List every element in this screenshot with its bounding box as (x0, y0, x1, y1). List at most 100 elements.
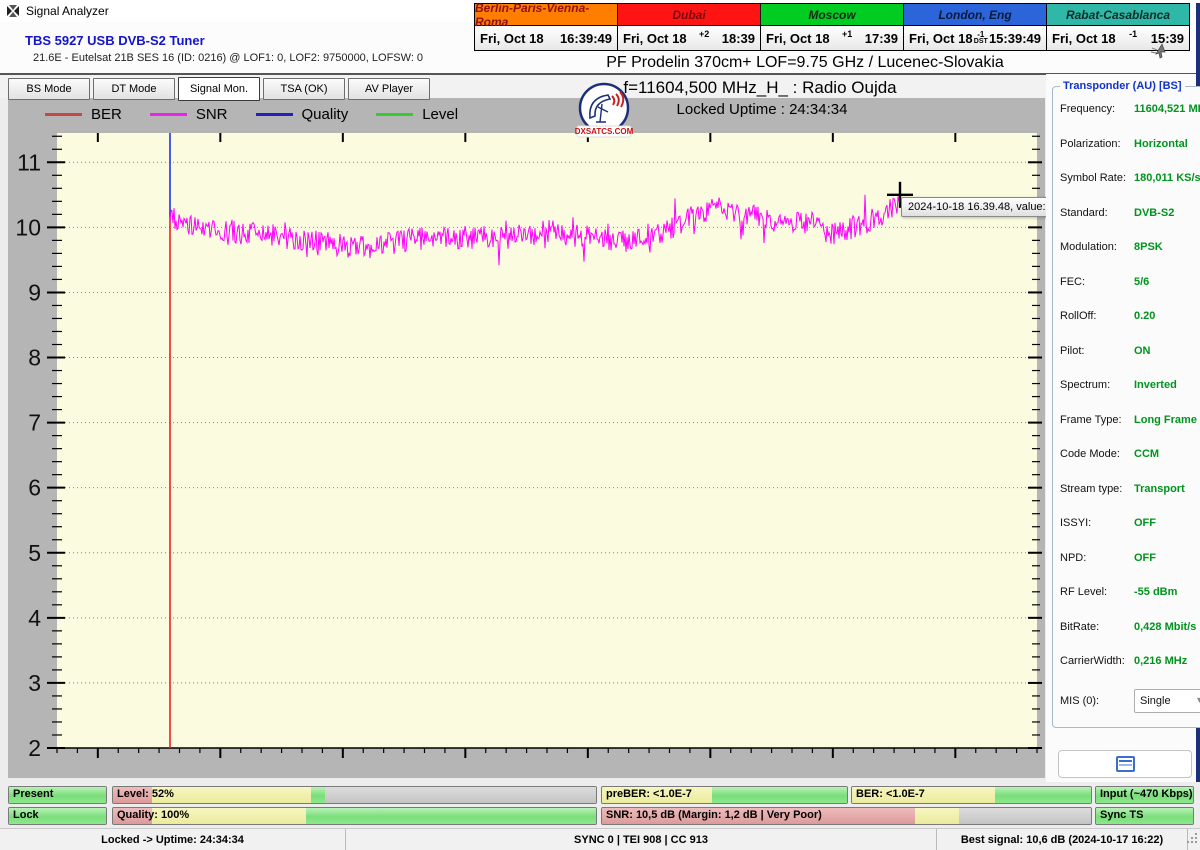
transponder-value: 11604,521 MHz (1134, 103, 1200, 116)
svg-text:3: 3 (28, 670, 41, 696)
offset-value: -1 (977, 30, 985, 39)
legend-label: BER (91, 106, 122, 123)
meter-present: Present (8, 786, 107, 804)
transponder-row-9: Frame Type: Long Frame (1060, 403, 1200, 438)
clock-city-1: Dubai (618, 4, 760, 25)
legend-swatch (255, 113, 293, 116)
resize-grip[interactable] (1186, 831, 1198, 849)
meter-segment-green (311, 787, 326, 803)
legend-swatch (376, 113, 414, 116)
transponder-label: Pilot: (1060, 344, 1085, 357)
transponder-row-13: NPD: OFF (1060, 541, 1200, 576)
transponder-rows: Frequency: 11604,521 MHz Polarization: Hori… (1060, 92, 1200, 679)
transponder-value: ON (1134, 344, 1151, 357)
meter-segment-green (712, 787, 847, 803)
statusbar: Locked -> Uptime: 24:34:34 SYNC 0 | TEI 9… (0, 828, 1200, 850)
transponder-value: OFF (1134, 551, 1156, 564)
meter-label: Lock (13, 809, 39, 821)
legend-swatch (149, 113, 187, 116)
transponder-row-3: Standard: DVB-S2 (1060, 196, 1200, 231)
meter-segment-yellow (914, 808, 959, 824)
clock-date: Fri, Oct 18 (909, 30, 973, 46)
transponder-value: DVB-S2 (1134, 206, 1175, 219)
tab-dt-mode[interactable]: DT Mode (93, 78, 175, 100)
legend-swatch (45, 113, 82, 116)
transponder-label: Frame Type: (1060, 413, 1122, 426)
transponder-label: Spectrum: (1060, 379, 1111, 392)
save-button[interactable] (1058, 750, 1192, 778)
transponder-label: ISSYI: (1060, 517, 1092, 530)
meter-label: BER: <1.0E-7 (856, 788, 925, 800)
transponder-value: OFF (1134, 517, 1156, 530)
clock-date: Fri, Oct 18 (1052, 30, 1116, 46)
legend-item-ber: BER (45, 106, 122, 123)
pointer-icon (1148, 42, 1170, 65)
tab-av-player[interactable]: AV Player (348, 78, 430, 100)
transponder-label: Standard: (1060, 206, 1108, 219)
legend-label: SNR (195, 106, 228, 123)
svg-text:10: 10 (15, 214, 41, 240)
transponder-label: Code Mode: (1060, 448, 1120, 461)
transponder-row-4: Modulation: 8PSK (1060, 230, 1200, 265)
meter-input: Input (~470 Kbps) (1095, 786, 1194, 804)
svg-text:5: 5 (28, 540, 41, 566)
svg-text:2: 2 (28, 735, 41, 761)
chart-legend: BER SNR Quality Level (45, 106, 486, 123)
tab-tsa-ok-[interactable]: TSA (OK) (263, 78, 345, 100)
clock-offset: -1 (1129, 29, 1138, 39)
transponder-row-10: Code Mode: CCM (1060, 437, 1200, 472)
app-title: Signal Analyzer (26, 4, 109, 18)
transponder-value: 0,216 MHz (1134, 655, 1188, 668)
clock-date: Fri, Oct 18 (623, 30, 687, 46)
world-clocks: Berlin-Paris-Vienna-Roma Dubai Moscow Londo… (474, 1, 1190, 51)
transponder-value: -55 dBm (1134, 586, 1178, 599)
meter-segment-yellow (151, 787, 311, 803)
frequency-title: f=11604,500 MHz_H_ : Radio Oujda (623, 78, 897, 97)
clock-value: 17:39 (864, 30, 898, 46)
transponder-row-2: Symbol Rate: 180,011 KS/s (1060, 161, 1200, 196)
legend-item-snr: SNR (149, 106, 228, 123)
meter-label: Quality: 100% (117, 809, 190, 821)
dxsatcs-logo: DXSATCS.COM (574, 82, 634, 145)
mis-dropdown[interactable]: Single ▾ (1134, 688, 1200, 713)
clock-city-3: London, Eng (904, 4, 1046, 25)
meter-ber: BER: <1.0E-7 (851, 786, 1092, 804)
clock-city-0: Berlin-Paris-Vienna-Roma (475, 1, 617, 29)
clock-date: Fri, Oct 18 (766, 30, 830, 46)
clock-offset: -1 DST (974, 30, 988, 46)
app-icon (6, 4, 20, 18)
transponder-value: 0,428 Mbit/s (1134, 620, 1197, 633)
meter-label: SNR: 10,5 dB (Margin: 1,2 dB | Very Poor… (606, 809, 822, 821)
transponder-value: Long Frame (1134, 413, 1197, 426)
transponder-row-5: FEC: 5/6 (1060, 265, 1200, 300)
transponder-value: 0.20 (1134, 310, 1156, 323)
transponder-label: Frequency: (1060, 103, 1116, 116)
svg-text:8: 8 (28, 345, 41, 371)
clock-time-3: Fri, Oct 18 -1 DST 15:39:49 (904, 26, 1046, 50)
transponder-row-0: Frequency: 11604,521 MHz (1060, 92, 1200, 127)
statusbar-section-0: Locked -> Uptime: 24:34:34 (0, 829, 346, 850)
transponder-label: BitRate: (1060, 620, 1100, 633)
tab-signal-mon-[interactable]: Signal Mon. (178, 77, 260, 101)
meter-label: Present (13, 788, 54, 800)
clock-value: 15:39:49 (988, 30, 1041, 46)
meter-level: Level: 52% (112, 786, 597, 804)
transponder-value: 5/6 (1134, 275, 1150, 288)
svg-text:7: 7 (28, 410, 41, 436)
legend-item-quality: Quality (255, 106, 348, 123)
meter-syncts: Sync TS (1095, 807, 1194, 825)
meter-snr: SNR: 10,5 dB (Margin: 1,2 dB | Very Poor… (601, 807, 1092, 825)
dish-info: PF Prodelin 370cm+ LOF=9.75 GHz / Lucene… (606, 54, 1004, 71)
meter-segment-gray (325, 787, 596, 803)
transponder-label: RF Level: (1060, 586, 1108, 599)
transponder-row-8: Spectrum: Inverted (1060, 368, 1200, 403)
signal-chart: BER SNR Quality Level Locked Uptime : 24:34… (8, 98, 1078, 778)
transponder-row-15: BitRate: 0,428 Mbit/s (1060, 610, 1200, 645)
tuner-details: 21.6E - Eutelsat 21B SES 16 (ID: 0216) @… (33, 52, 424, 64)
tab-bs-mode[interactable]: BS Mode (8, 78, 90, 100)
transponder-title: Transponder (AU) [BS] (1063, 80, 1182, 92)
transponder-row-7: Pilot: ON (1060, 334, 1200, 369)
clock-offset: +2 (699, 29, 710, 39)
transponder-row-12: ISSYI: OFF (1060, 506, 1200, 541)
statusbar-section-2: Best signal: 10,6 dB (2024-10-17 16:22) (937, 829, 1188, 850)
